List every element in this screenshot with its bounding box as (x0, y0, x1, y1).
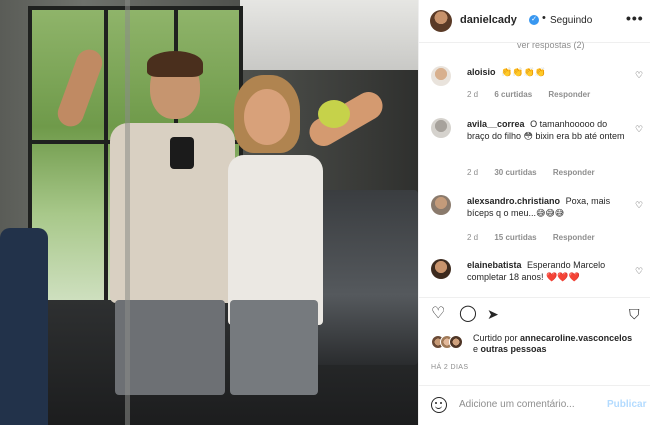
comment-icon[interactable]: ◯ (459, 306, 477, 322)
following-button[interactable]: Seguindo (550, 15, 592, 26)
verified-badge-icon: ✓ (529, 15, 539, 25)
more-options-icon[interactable]: ••• (626, 10, 644, 26)
liked-by-username[interactable]: annecaroline.vasconcelos (520, 333, 632, 343)
avatar[interactable] (431, 195, 451, 215)
comment-username[interactable]: avila__correa (467, 119, 525, 129)
view-replies-link[interactable]: ver respostas (2) (517, 40, 585, 50)
likes-summary: Curtido por annecaroline.vasconcelos e o… (431, 333, 646, 355)
comment-age: 2 d (467, 90, 479, 99)
smile-icon[interactable] (431, 397, 447, 413)
photo-boy (228, 75, 388, 425)
comment-age: 2 d (467, 168, 479, 177)
avatar[interactable] (431, 118, 451, 138)
comment-like-heart-icon[interactable]: ♡ (635, 200, 643, 211)
comment-likes[interactable]: 15 curtidas (494, 233, 536, 242)
heart-icon[interactable]: ♡ (431, 306, 445, 322)
comment-input[interactable] (459, 399, 599, 410)
avatar[interactable] (430, 10, 452, 32)
instagram-post: danielcady ✓ • Seguindo ••• ver resposta… (0, 0, 650, 425)
post-author-username[interactable]: danielcady (460, 14, 517, 26)
likes-prefix: Curtido por (473, 333, 518, 343)
comment-text: 👏👏👏👏 (501, 67, 546, 77)
post-actions-bar: ♡ ◯ ➤ ⛉ (419, 297, 650, 338)
comment-username[interactable]: alexsandro.christiano (467, 196, 560, 206)
avatar (449, 335, 463, 349)
photo-kettlebell (318, 100, 350, 128)
photo-man (54, 45, 245, 425)
liked-by-others-link[interactable]: outras pessoas (481, 344, 547, 354)
header-separator: • (542, 12, 546, 24)
comment-like-heart-icon[interactable]: ♡ (635, 70, 643, 81)
post-side-panel: danielcady ✓ • Seguindo ••• ver resposta… (418, 0, 650, 425)
photo-mirror-edge (125, 0, 130, 425)
avatar[interactable] (431, 66, 451, 86)
bookmark-icon[interactable]: ⛉ (629, 306, 640, 322)
comment-username[interactable]: elainebatista (467, 260, 522, 270)
add-comment-bar: Publicar (419, 385, 650, 426)
photo-phone (170, 137, 194, 169)
post-photo[interactable] (0, 0, 418, 425)
publish-button[interactable]: Publicar (607, 399, 646, 410)
reply-button[interactable]: Responder (548, 90, 590, 99)
comment-like-heart-icon[interactable]: ♡ (635, 124, 643, 135)
comment-age: 2 d (467, 233, 479, 242)
avatar[interactable] (431, 259, 451, 279)
reply-button[interactable]: Responder (553, 233, 595, 242)
photo-bench (0, 228, 48, 425)
comment-likes[interactable]: 6 curtidas (494, 90, 532, 99)
share-icon[interactable]: ➤ (487, 306, 499, 322)
comment-likes[interactable]: 30 curtidas (494, 168, 536, 177)
post-time-ago[interactable]: HÁ 2 DIAS (431, 364, 468, 371)
reply-button[interactable]: Responder (553, 168, 595, 177)
likes-connector: e (473, 344, 479, 354)
post-header: danielcady ✓ • Seguindo ••• (419, 0, 650, 43)
photo-ceiling (240, 0, 418, 70)
comment-username[interactable]: aloisio (467, 67, 496, 77)
comment-like-heart-icon[interactable]: ♡ (635, 266, 643, 277)
